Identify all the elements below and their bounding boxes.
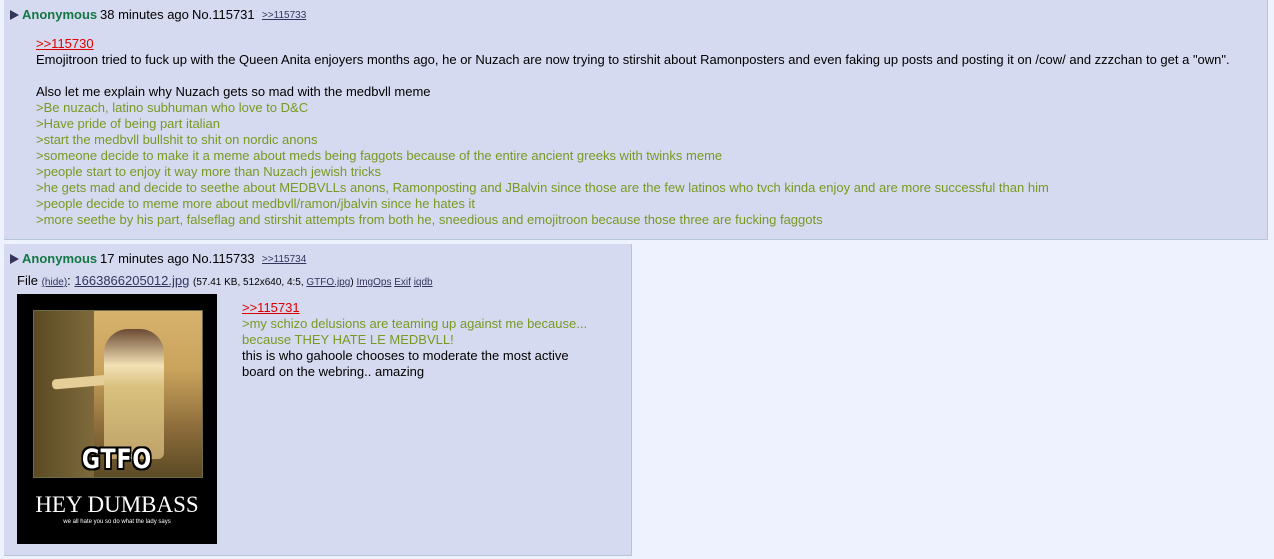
post-menu-arrow-icon[interactable]	[10, 10, 19, 20]
greentext-line: >someone decide to make it a meme about …	[36, 148, 723, 163]
post-menu-arrow-icon[interactable]	[10, 254, 19, 264]
post-text-line: this is who gahoole chooses to moderate …	[242, 348, 569, 363]
file-link[interactable]: 1663866205012.jpg	[74, 273, 189, 288]
thumbnail-big-text: GTFO	[81, 444, 153, 475]
post-time: 38 minutes ago	[100, 7, 189, 22]
quote-link[interactable]: >>115731	[242, 300, 300, 315]
file-colon: :	[67, 273, 71, 288]
greentext-line: >start the medbvll bullshit to shit on n…	[36, 132, 318, 147]
image-thumbnail[interactable]: GTFO HEY DUMBASS we all hate you so do w…	[17, 294, 217, 544]
backlink[interactable]: >>115733	[262, 10, 306, 21]
thumbnail-title: HEY DUMBASS	[35, 492, 199, 517]
file-info: File (hide): 1663866205012.jpg (57.41 KB…	[17, 273, 433, 288]
greentext-line: because THEY HATE LE MEDBVLL!	[242, 332, 454, 347]
hide-image-link[interactable]: (hide)	[42, 277, 68, 288]
post-text-line: Also let me explain why Nuzach gets so m…	[36, 84, 431, 99]
greentext-line: >more seethe by his part, falseflag and …	[36, 212, 823, 227]
greentext-line: >people decide to meme more about medbvl…	[36, 196, 475, 211]
post-number[interactable]: No.115731	[192, 7, 255, 22]
file-meta: (57.41 KB, 512x640, 4:5, GTFO.jpg) ImgOp…	[192, 277, 433, 288]
original-filename-link[interactable]: GTFO.jpg	[306, 277, 350, 288]
greentext-line: >Be nuzach, latino subhuman who love to …	[36, 100, 309, 115]
iqdb-link[interactable]: iqdb	[414, 277, 433, 288]
post-text-line: board on the webring.. amazing	[242, 364, 425, 379]
exif-link[interactable]: Exif	[394, 277, 411, 288]
greentext-line: >people start to enjoy it way more than …	[36, 164, 382, 179]
greentext-line: >he gets mad and decide to seethe about …	[36, 180, 1049, 195]
greentext-line: >Have pride of being part italian	[36, 116, 220, 131]
post-text-line: Emojitroon tried to fuck up with the Que…	[36, 52, 1230, 67]
poster-name: Anonymous	[22, 7, 98, 22]
file-label: File	[17, 273, 38, 288]
backlink[interactable]: >>115734	[262, 254, 306, 265]
thumbnail-caption: we all hate you so do what the lady says	[63, 519, 171, 525]
post-time: 17 minutes ago	[100, 251, 189, 266]
reply-post-115731: Anonymous 38 minutes ago No.115731 >>115…	[4, 0, 1268, 240]
imgops-link[interactable]: ImgOps	[356, 277, 391, 288]
greentext-line: >my schizo delusions are teaming up agai…	[242, 316, 588, 331]
post-number[interactable]: No.115733	[192, 251, 255, 266]
poster-name: Anonymous	[22, 251, 98, 266]
reply-post-115733: Anonymous 17 minutes ago No.115733 >>115…	[4, 244, 632, 556]
quote-link[interactable]: >>115730	[36, 36, 94, 51]
